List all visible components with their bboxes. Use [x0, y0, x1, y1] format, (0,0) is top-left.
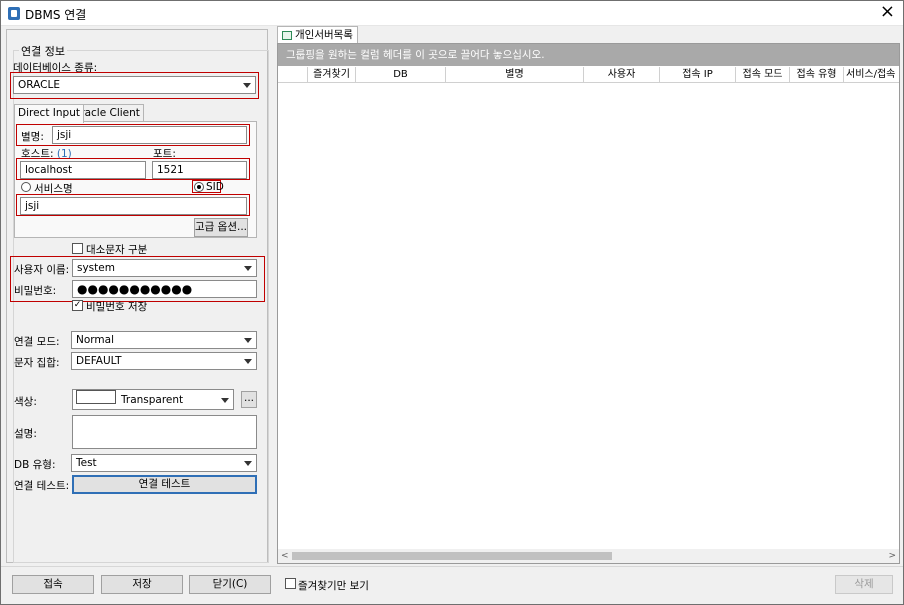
- dbms-connect-window: DBMS 연결 × 연결 정보 데이터베이스 종류: ORACLE Direct…: [0, 0, 904, 605]
- db-category-select[interactable]: Test: [71, 454, 257, 472]
- column-header-indicator: [278, 67, 308, 83]
- title-bar: DBMS 연결 ×: [1, 1, 903, 26]
- favorites-only-label: 즐겨찾기만 보기: [298, 580, 369, 592]
- column-header-row: 즐겨찾기 DB 별명 사용자 접속 IP 접속 모드 접속 유형 서비스/접속 …: [278, 67, 899, 83]
- close-button[interactable]: 닫기(C): [189, 575, 271, 594]
- mode-label: 연결 모드:: [14, 336, 60, 348]
- column-header-user[interactable]: 사용자: [584, 67, 660, 83]
- dropdown-arrow-icon: [244, 266, 252, 271]
- user-label: 사용자 이름:: [14, 264, 70, 276]
- dropdown-arrow-icon: [221, 398, 229, 403]
- mode-select[interactable]: Normal: [71, 331, 257, 349]
- charset-select[interactable]: DEFAULT: [71, 352, 257, 370]
- color-more-button[interactable]: ...: [241, 391, 257, 408]
- tab-personal-server-list[interactable]: 개인서버목록: [277, 26, 358, 44]
- port-input[interactable]: 1521: [152, 161, 247, 179]
- alias-label: 별명:: [21, 131, 44, 143]
- sid-input[interactable]: jsji: [20, 197, 247, 215]
- tab-personal-server-list-label: 개인서버목록: [295, 29, 353, 41]
- host-input[interactable]: localhost: [20, 161, 146, 179]
- description-textarea[interactable]: [72, 415, 257, 449]
- case-sensitive-checkbox[interactable]: [72, 243, 83, 254]
- column-header-ip[interactable]: 접속 IP: [660, 67, 736, 83]
- column-header-mode[interactable]: 접속 모드: [736, 67, 790, 83]
- save-password-checkbox[interactable]: ✓: [72, 300, 83, 311]
- column-header-type[interactable]: 접속 유형: [790, 67, 844, 83]
- delete-button[interactable]: 삭제: [835, 575, 893, 594]
- column-header-service[interactable]: 서비스/접속 I: [844, 67, 899, 83]
- scroll-left-icon[interactable]: <: [281, 551, 289, 561]
- test-label: 연결 테스트:: [14, 480, 70, 492]
- color-swatch: [76, 390, 116, 404]
- window-title: DBMS 연결: [25, 8, 87, 22]
- tab-direct-input[interactable]: Direct Input: [14, 104, 84, 123]
- case-sensitive-label: 대소문자 구분: [86, 244, 148, 256]
- password-input[interactable]: ●●●●●●●●●●●: [72, 280, 257, 298]
- color-label: 색상:: [14, 396, 37, 408]
- user-value: system: [77, 262, 115, 274]
- dropdown-arrow-icon: [244, 461, 252, 466]
- db-category-value: Test: [76, 457, 97, 469]
- dropdown-arrow-icon: [244, 359, 252, 364]
- column-header-db[interactable]: DB: [356, 67, 446, 83]
- alias-input[interactable]: jsji: [52, 126, 247, 144]
- db-type-value: ORACLE: [18, 79, 60, 91]
- dropdown-arrow-icon: [243, 83, 251, 88]
- favorites-only-checkbox[interactable]: [285, 578, 296, 589]
- test-connection-button[interactable]: 연결 테스트: [72, 475, 257, 494]
- sid-label: SID: [206, 181, 224, 193]
- save-button[interactable]: 저장: [101, 575, 183, 594]
- close-icon[interactable]: ×: [880, 3, 895, 21]
- description-label: 설명:: [14, 428, 37, 440]
- dropdown-arrow-icon: [244, 338, 252, 343]
- column-header-favorite[interactable]: 즐겨찾기: [308, 67, 356, 83]
- advanced-options-button[interactable]: 고급 옵션...: [194, 218, 248, 237]
- server-list-panel: 개인서버목록 그룹핑을 원하는 컬럼 헤더를 이 곳으로 끌어다 놓으십시오. …: [277, 26, 900, 564]
- password-label: 비밀번호:: [14, 285, 57, 297]
- group-by-drop-area[interactable]: 그룹핑을 원하는 컬럼 헤더를 이 곳으로 끌어다 놓으십시오.: [278, 44, 899, 66]
- list-icon: [282, 31, 292, 40]
- save-password-label: 비밀번호 저장: [86, 301, 148, 313]
- charset-value: DEFAULT: [76, 355, 122, 367]
- horizontal-scrollbar[interactable]: < >: [278, 549, 899, 563]
- service-radio[interactable]: [21, 182, 31, 192]
- scroll-right-icon[interactable]: >: [888, 551, 896, 561]
- sid-radio[interactable]: [194, 182, 204, 192]
- group-title: 연결 정보: [19, 43, 67, 59]
- charset-label: 문자 집합:: [14, 357, 60, 369]
- app-icon: [8, 7, 20, 20]
- connect-button[interactable]: 접속: [12, 575, 94, 594]
- mode-value: Normal: [76, 334, 114, 346]
- column-header-alias[interactable]: 별명: [446, 67, 584, 83]
- scrollbar-thumb[interactable]: [292, 552, 612, 560]
- server-grid: 그룹핑을 원하는 컬럼 헤더를 이 곳으로 끌어다 놓으십시오. 즐겨찾기 DB…: [277, 43, 900, 564]
- footer-separator: [1, 566, 903, 567]
- db-category-label: DB 유형:: [14, 459, 56, 471]
- db-type-select[interactable]: ORACLE: [13, 76, 256, 94]
- user-select[interactable]: system: [72, 259, 257, 277]
